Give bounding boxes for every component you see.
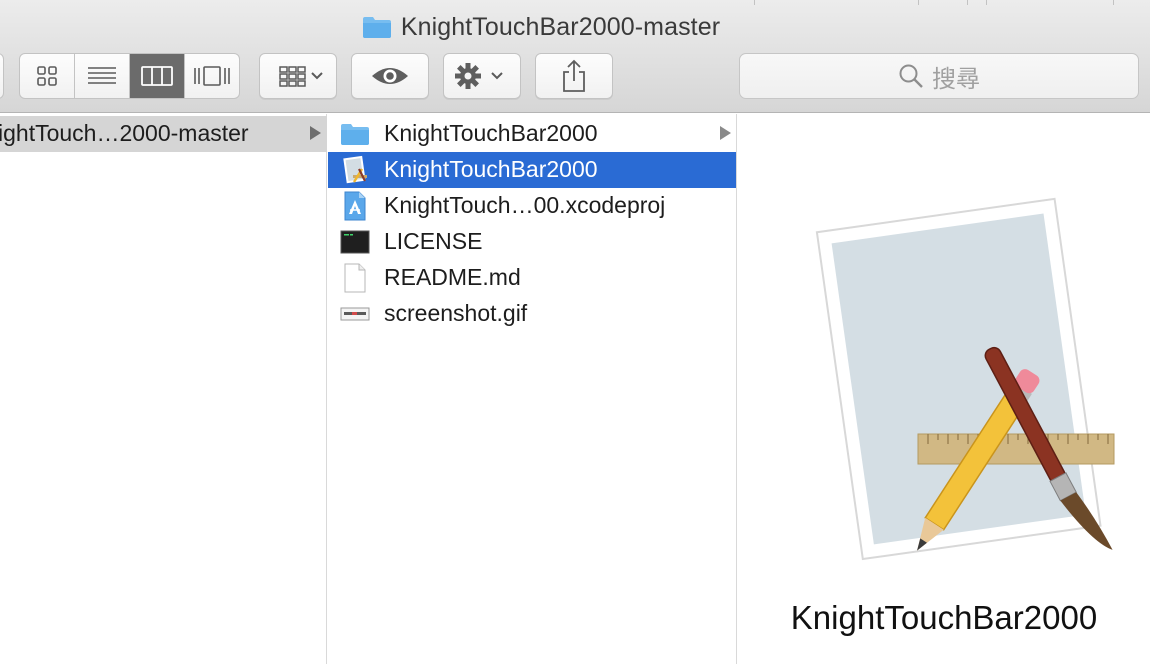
- list-item[interactable]: KnightTouchBar2000: [328, 116, 736, 152]
- eye-icon: [372, 68, 408, 84]
- list-item-label: KnightTouchBar2000: [384, 120, 598, 146]
- back-forward-button[interactable]: [0, 53, 4, 99]
- gear-icon: [455, 63, 503, 89]
- document-icon: [340, 263, 370, 293]
- window-title: KnightTouchBar2000-master: [400, 12, 721, 41]
- gallery-view-button[interactable]: [185, 54, 239, 98]
- arrange-icon: [279, 66, 323, 87]
- list-item[interactable]: KnightTouch…00.xcodeproj: [328, 188, 736, 224]
- list-icon: [88, 67, 116, 84]
- list-item[interactable]: README.md: [328, 260, 736, 296]
- list-item-label: screenshot.gif: [384, 300, 528, 326]
- list-item[interactable]: ightTouch…2000-master: [0, 116, 327, 152]
- quick-look-button[interactable]: [351, 53, 429, 99]
- folder-icon: [362, 17, 391, 38]
- preview-pane: KnightTouchBar2000: [738, 114, 1150, 664]
- list-item[interactable]: LICENSE: [328, 224, 736, 260]
- columns-icon: [141, 66, 173, 86]
- app-preview-icon: [815, 197, 1115, 561]
- disclosure-arrow-icon: [720, 126, 731, 140]
- search-field[interactable]: 搜尋: [739, 53, 1139, 99]
- list-item-label: KnightTouchBar2000: [384, 156, 598, 182]
- column-view-button[interactable]: [130, 54, 185, 98]
- finder-toolbar: KnightTouchBar2000-master 搜尋: [0, 0, 1150, 113]
- title-bar: KnightTouchBar2000-master: [0, 10, 1150, 44]
- view-mode-segmented-control[interactable]: [19, 53, 240, 99]
- contents-column[interactable]: KnightTouchBar2000 KnightTouchBar2000 Kn…: [328, 114, 737, 664]
- list-view-button[interactable]: [75, 54, 130, 98]
- coverflow-icon: [194, 66, 230, 86]
- list-item-label: LICENSE: [384, 228, 483, 254]
- icon-view-button[interactable]: [20, 54, 75, 98]
- list-item-selected[interactable]: KnightTouchBar2000: [328, 152, 736, 188]
- grid-icon: [37, 66, 57, 86]
- terminal-doc-icon: [340, 227, 370, 257]
- xcodeproj-icon: [340, 191, 370, 221]
- share-button[interactable]: [535, 53, 613, 99]
- arrange-button[interactable]: [259, 53, 337, 99]
- action-menu-button[interactable]: [443, 53, 521, 99]
- list-item-label: KnightTouch…00.xcodeproj: [384, 192, 666, 218]
- search-placeholder: 搜尋: [932, 65, 980, 93]
- list-item[interactable]: screenshot.gif: [328, 296, 736, 332]
- app-icon: [340, 155, 370, 185]
- search-icon: [899, 64, 923, 88]
- share-icon: [563, 59, 585, 92]
- list-item-label: README.md: [384, 264, 521, 290]
- parent-column[interactable]: ightTouch…2000-master: [0, 114, 327, 664]
- preview-filename: KnightTouchBar2000: [790, 599, 1098, 636]
- disclosure-arrow-icon: [310, 126, 321, 140]
- folder-icon: [340, 119, 370, 149]
- list-item-label: ightTouch…2000-master: [0, 120, 249, 146]
- gif-icon: [340, 299, 370, 329]
- tab-strip: [0, 0, 1150, 6]
